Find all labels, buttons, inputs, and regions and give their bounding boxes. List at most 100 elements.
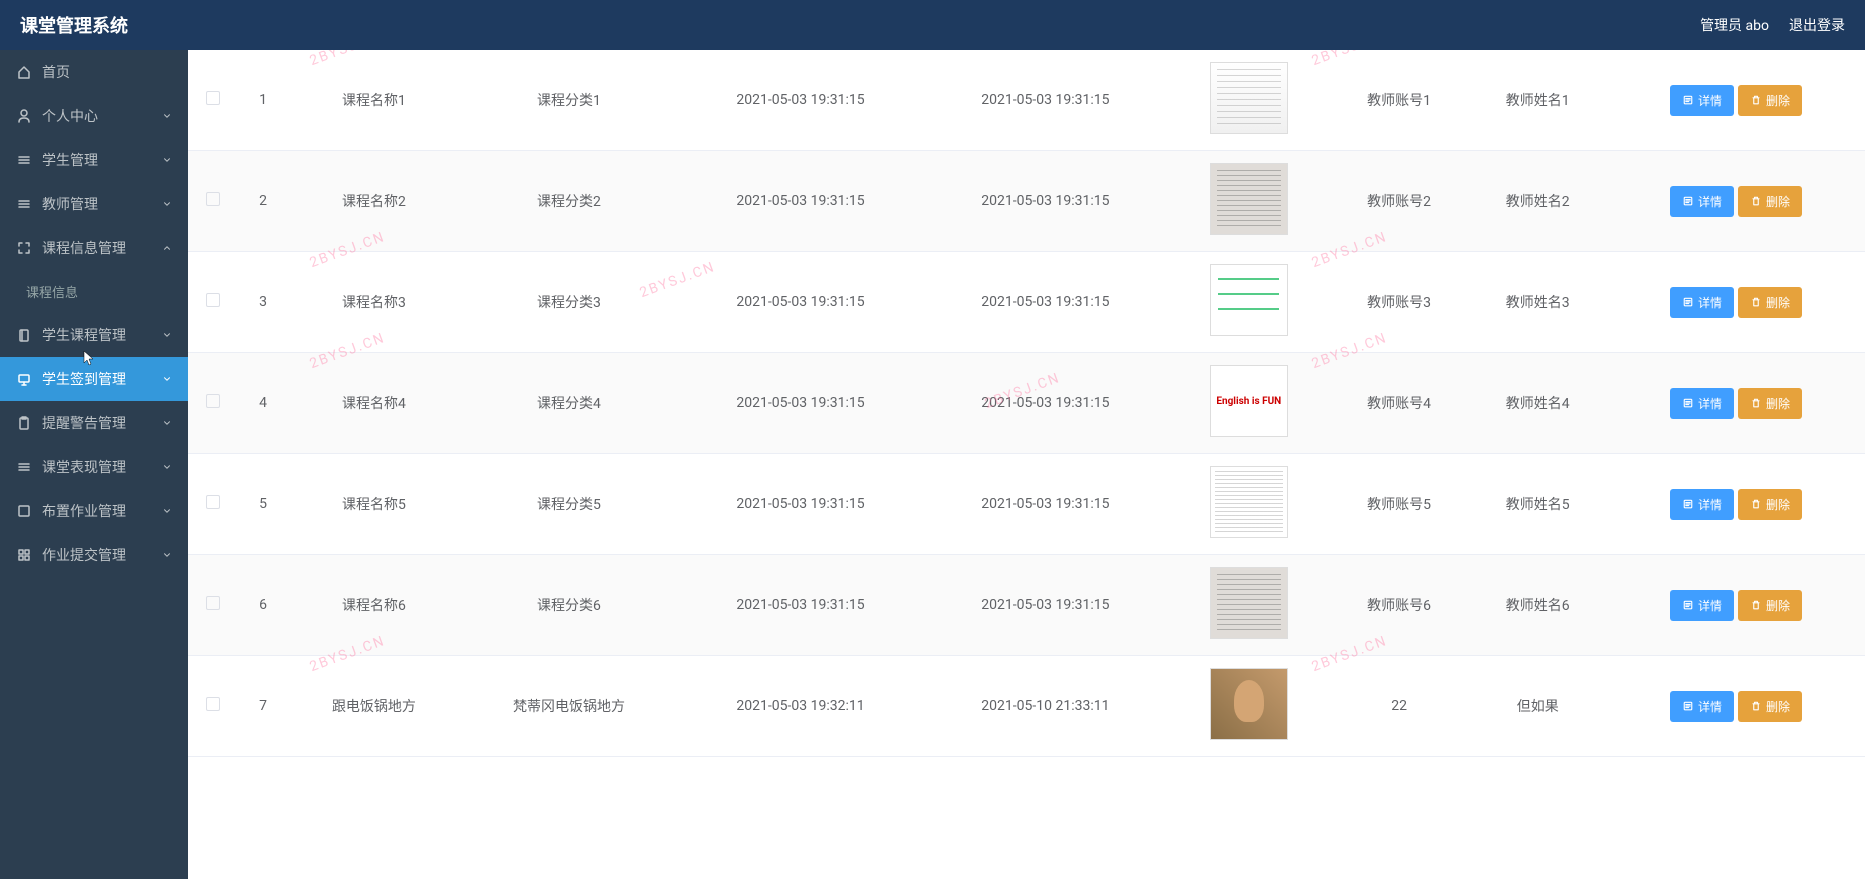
chevron-down-icon bbox=[162, 374, 172, 384]
delete-button[interactable]: 删除 bbox=[1738, 186, 1802, 217]
table-row: 1课程名称12BYSJ.CN课程分类12021-05-03 19:31:1520… bbox=[188, 50, 1865, 151]
sidebar-item[interactable]: 布置作业管理 bbox=[0, 489, 188, 533]
detail-button[interactable]: 详情 bbox=[1670, 691, 1734, 722]
sidebar-item[interactable]: 个人中心 bbox=[0, 94, 188, 138]
chevron-down-icon bbox=[162, 155, 172, 165]
index-cell: 2 bbox=[238, 151, 288, 252]
row-checkbox[interactable] bbox=[206, 394, 220, 408]
course-thumbnail[interactable] bbox=[1210, 365, 1288, 437]
detail-button[interactable]: 详情 bbox=[1670, 287, 1734, 318]
sidebar-item-label: 学生管理 bbox=[42, 150, 98, 170]
sidebar-item[interactable]: 作业提交管理 bbox=[0, 533, 188, 577]
grid-icon bbox=[16, 547, 32, 563]
teacher-name-cell: 教师姓名1 bbox=[1468, 50, 1607, 151]
table-row: 3课程名称32BYSJ.CN课程分类32021-05-03 19:31:152B… bbox=[188, 252, 1865, 353]
detail-button-label: 详情 bbox=[1698, 294, 1722, 311]
delete-button[interactable]: 删除 bbox=[1738, 287, 1802, 318]
table-row: 7跟电饭锅地方2BYSJ.CN梵蒂冈电饭锅地方2021-05-03 19:32:… bbox=[188, 656, 1865, 757]
thumbnail-cell bbox=[1168, 252, 1330, 353]
chevron-up-icon bbox=[162, 243, 172, 253]
course-category-cell: 课程分类4 bbox=[460, 353, 678, 454]
chevron-down-icon bbox=[162, 550, 172, 560]
sidebar-item-label: 课程信息 bbox=[26, 286, 78, 301]
doc-icon bbox=[1682, 397, 1694, 409]
row-checkbox[interactable] bbox=[206, 596, 220, 610]
time2-cell: 2021-05-10 21:33:11 bbox=[923, 656, 1168, 757]
trash-icon bbox=[1750, 195, 1762, 207]
delete-button-label: 删除 bbox=[1766, 92, 1790, 109]
actions-cell: 详情删除 bbox=[1607, 252, 1865, 353]
time2-cell: 2021-05-03 19:31:15 bbox=[923, 252, 1168, 353]
table-row: 4课程名称42BYSJ.CN课程分类42021-05-03 19:31:1520… bbox=[188, 353, 1865, 454]
sidebar-sub-item[interactable]: 课程信息 bbox=[0, 270, 188, 313]
expand-icon bbox=[16, 240, 32, 256]
watermark: 2BYSJ.CN bbox=[983, 370, 1063, 412]
course-name-cell: 课程名称2 bbox=[288, 151, 460, 252]
thumbnail-cell bbox=[1168, 151, 1330, 252]
row-checkbox[interactable] bbox=[206, 293, 220, 307]
course-table: 1课程名称12BYSJ.CN课程分类12021-05-03 19:31:1520… bbox=[188, 50, 1865, 757]
row-checkbox[interactable] bbox=[206, 91, 220, 105]
admin-label[interactable]: 管理员 abo bbox=[1700, 15, 1769, 35]
sidebar-item[interactable]: 首页 bbox=[0, 50, 188, 94]
doc-icon bbox=[1682, 498, 1694, 510]
course-thumbnail[interactable] bbox=[1210, 163, 1288, 235]
teacher-id-cell: 教师账号5 bbox=[1330, 454, 1469, 555]
detail-button[interactable]: 详情 bbox=[1670, 590, 1734, 621]
time1-cell: 2021-05-03 19:31:15 bbox=[678, 151, 923, 252]
detail-button[interactable]: 详情 bbox=[1670, 186, 1734, 217]
trash-icon bbox=[1750, 94, 1762, 106]
delete-button-label: 删除 bbox=[1766, 395, 1790, 412]
sidebar-item-label: 作业提交管理 bbox=[42, 545, 126, 565]
course-name-cell: 课程名称6 bbox=[288, 555, 460, 656]
time2-cell: 2021-05-03 19:31:15 bbox=[923, 454, 1168, 555]
actions-cell: 详情 删除 bbox=[1607, 50, 1865, 151]
course-name-cell: 课程名称42BYSJ.CN bbox=[288, 353, 460, 454]
actions-cell: 详情删除 bbox=[1607, 656, 1865, 757]
course-thumbnail[interactable] bbox=[1210, 567, 1288, 639]
doc-icon bbox=[1682, 94, 1694, 106]
table-row: 6课程名称6课程分类62021-05-03 19:31:152021-05-03… bbox=[188, 555, 1865, 656]
course-thumbnail[interactable] bbox=[1210, 264, 1288, 336]
sidebar-item[interactable]: 学生课程管理 bbox=[0, 313, 188, 357]
delete-button[interactable]: 删除 bbox=[1738, 691, 1802, 722]
delete-button[interactable]: 删除 bbox=[1738, 85, 1802, 116]
checkbox-cell bbox=[188, 252, 238, 353]
delete-button[interactable]: 删除 bbox=[1738, 489, 1802, 520]
detail-button[interactable]: 详情 bbox=[1670, 85, 1734, 116]
trash-icon bbox=[1750, 296, 1762, 308]
course-thumbnail[interactable] bbox=[1210, 668, 1288, 740]
sidebar-item-label: 个人中心 bbox=[42, 106, 98, 126]
course-category-cell: 课程分类1 bbox=[460, 50, 678, 151]
course-thumbnail[interactable] bbox=[1210, 466, 1288, 538]
course-thumbnail[interactable] bbox=[1210, 62, 1288, 134]
actions-cell: 详情 删除 bbox=[1607, 151, 1865, 252]
sidebar-item[interactable]: 课堂表现管理 bbox=[0, 445, 188, 489]
sidebar-item[interactable]: 学生签到管理 bbox=[0, 357, 188, 401]
row-checkbox[interactable] bbox=[206, 495, 220, 509]
course-category-cell: 课程分类6 bbox=[460, 555, 678, 656]
thumbnail-cell bbox=[1168, 454, 1330, 555]
sidebar-item-label: 教师管理 bbox=[42, 194, 98, 214]
sidebar-item[interactable]: 学生管理 bbox=[0, 138, 188, 182]
time2-cell: 2021-05-03 19:31:15 bbox=[923, 555, 1168, 656]
sidebar-item[interactable]: 提醒警告管理 bbox=[0, 401, 188, 445]
sidebar-item[interactable]: 教师管理 bbox=[0, 182, 188, 226]
course-category-cell: 梵蒂冈电饭锅地方 bbox=[460, 656, 678, 757]
sidebar-item-label: 布置作业管理 bbox=[42, 501, 126, 521]
actions-cell: 详情 删除 bbox=[1607, 353, 1865, 454]
detail-button[interactable]: 详情 bbox=[1670, 388, 1734, 419]
logout-link[interactable]: 退出登录 bbox=[1789, 15, 1845, 35]
delete-button[interactable]: 删除 bbox=[1738, 590, 1802, 621]
row-checkbox[interactable] bbox=[206, 192, 220, 206]
delete-button[interactable]: 删除 bbox=[1738, 388, 1802, 419]
time1-cell: 2021-05-03 19:32:11 bbox=[678, 656, 923, 757]
thumbnail-cell bbox=[1168, 353, 1330, 454]
row-checkbox[interactable] bbox=[206, 697, 220, 711]
detail-button[interactable]: 详情 bbox=[1670, 489, 1734, 520]
sidebar-item[interactable]: 课程信息管理 bbox=[0, 226, 188, 270]
time2-cell: 2021-05-03 19:31:15 bbox=[923, 50, 1168, 151]
time1-cell: 2021-05-03 19:31:15 bbox=[678, 50, 923, 151]
delete-button-label: 删除 bbox=[1766, 193, 1790, 210]
index-cell: 7 bbox=[238, 656, 288, 757]
